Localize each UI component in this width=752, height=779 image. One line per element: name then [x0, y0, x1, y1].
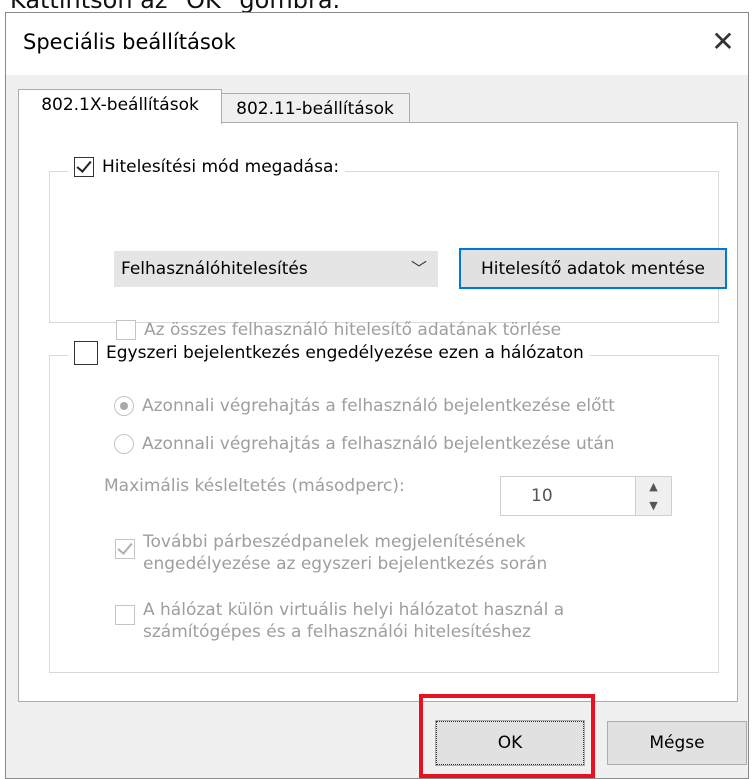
- auth-mode-legend[interactable]: Hitelesítési mód megadása:: [68, 157, 346, 177]
- radio-after-logon[interactable]: Azonnali végrehajtás a felhasználó bejel…: [114, 434, 615, 454]
- sso-legend[interactable]: Egyszeri bejelentkezés engedélyezése eze…: [68, 341, 590, 365]
- spinner-arrows: ▲ ▼: [635, 477, 671, 515]
- close-icon[interactable]: ✕: [708, 25, 738, 59]
- spinner-up-icon[interactable]: ▲: [636, 477, 671, 497]
- delete-credentials-checkbox[interactable]: [116, 320, 136, 340]
- auth-mode-select[interactable]: Felhasználóhitelesítés ﹀: [114, 251, 438, 287]
- radio-after-logon-button[interactable]: [114, 434, 134, 454]
- tab-8021x-settings[interactable]: 802.1X-beállítások: [18, 89, 222, 124]
- extra-dialogs-checkbox[interactable]: [115, 539, 135, 559]
- extra-dialogs-label-line2: engedélyezése az egyszeri bejelentkezés …: [143, 554, 548, 574]
- max-delay-spinner[interactable]: 10 ▲ ▼: [500, 476, 672, 516]
- max-delay-label: Maximális késleltetés (másodperc):: [104, 476, 405, 496]
- radio-before-logon-label: Azonnali végrehajtás a felhasználó bejel…: [142, 396, 615, 416]
- separate-vlan-option[interactable]: A hálózat külön virtuális helyi hálózato…: [115, 599, 564, 643]
- radio-before-logon-button[interactable]: [114, 396, 134, 416]
- tab-panel: Hitelesítési mód megadása: Felhasználóhi…: [18, 122, 738, 702]
- auth-mode-checkbox[interactable]: [74, 157, 94, 177]
- cancel-button[interactable]: Mégse: [607, 721, 747, 765]
- max-delay-value: 10: [531, 486, 553, 506]
- extra-dialogs-label-line1: További párbeszédpanelek megjelenítéséne…: [143, 532, 526, 552]
- tab-80211-settings[interactable]: 802.11-beállítások: [220, 93, 410, 125]
- separate-vlan-label-line2: számítógépes és a felhasználói hitelesít…: [143, 622, 531, 642]
- separate-vlan-label-line1: A hálózat külön virtuális helyi hálózato…: [143, 600, 565, 620]
- chevron-down-icon: ﹀: [410, 259, 427, 278]
- radio-after-logon-label: Azonnali végrehajtás a felhasználó bejel…: [142, 434, 615, 454]
- dialog-title: Speciális beállítások: [23, 30, 236, 54]
- save-credentials-button[interactable]: Hitelesítő adatok mentése: [459, 248, 727, 289]
- ok-button-highlight: [419, 694, 595, 778]
- sso-checkbox[interactable]: [74, 341, 98, 365]
- auth-mode-group: Hitelesítési mód megadása: Felhasználóhi…: [49, 157, 727, 340]
- spinner-down-icon[interactable]: ▼: [636, 496, 671, 515]
- extra-dialogs-option[interactable]: További párbeszédpanelek megjelenítéséne…: [115, 531, 547, 575]
- auth-mode-label: Hitelesítési mód megadása:: [102, 157, 340, 177]
- delete-credentials-label: Az összes felhasználó hitelesítő adatána…: [144, 320, 562, 340]
- delete-credentials-option[interactable]: Az összes felhasználó hitelesítő adatána…: [116, 320, 561, 340]
- sso-label: Egyszeri bejelentkezés engedélyezése eze…: [106, 343, 584, 363]
- radio-before-logon[interactable]: Azonnali végrehajtás a felhasználó bejel…: [114, 396, 615, 416]
- separate-vlan-checkbox[interactable]: [115, 605, 135, 625]
- auth-mode-select-value: Felhasználóhitelesítés: [121, 259, 308, 279]
- title-bar: Speciális beállítások ✕: [6, 13, 748, 75]
- advanced-settings-dialog: Speciális beállítások ✕ 802.1X-beállítás…: [5, 12, 749, 779]
